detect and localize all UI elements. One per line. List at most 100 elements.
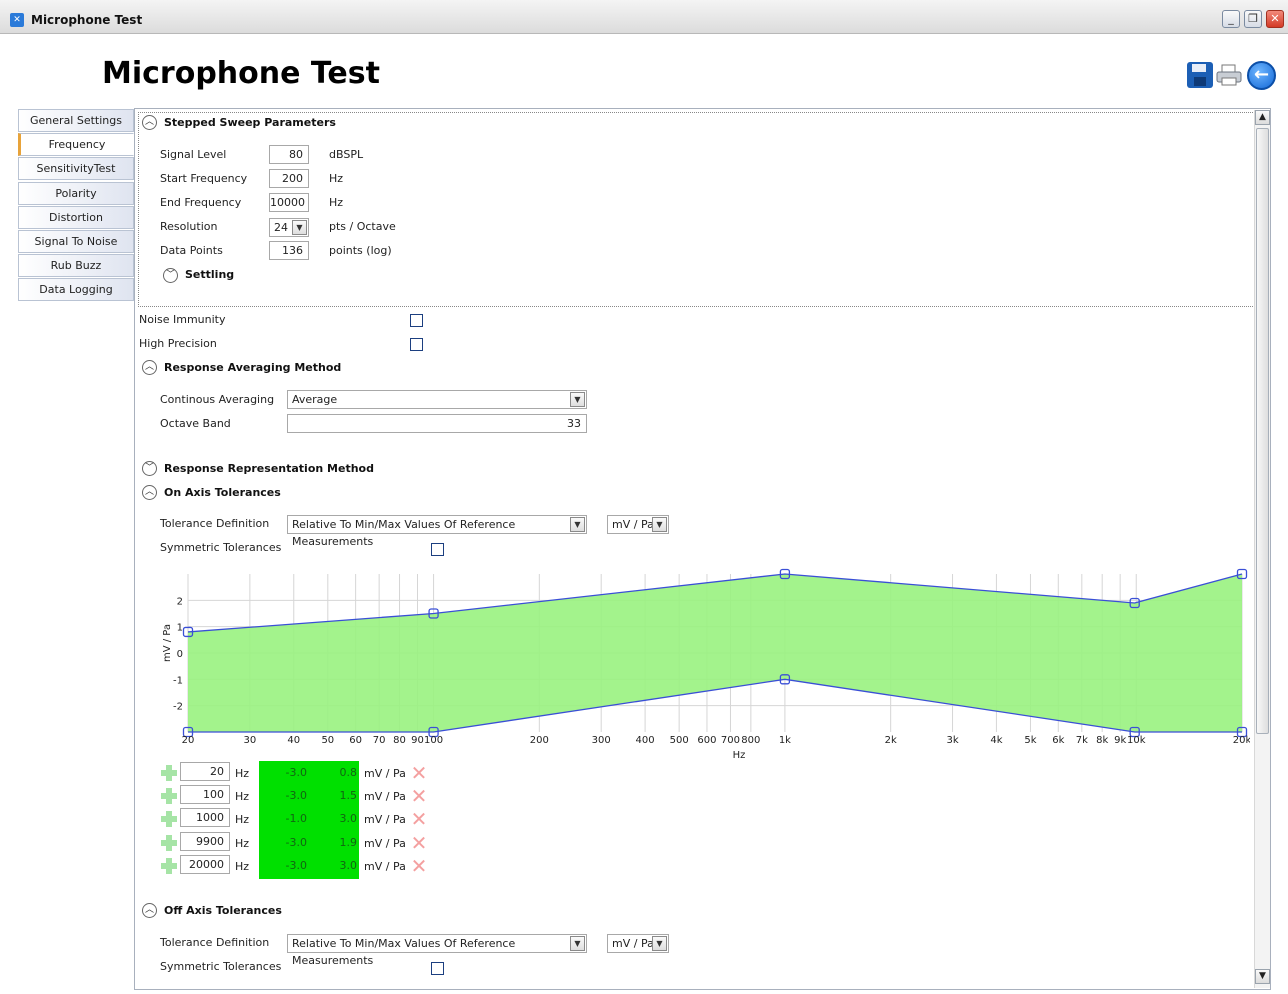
x-tick-label: 9k <box>1114 735 1126 746</box>
chevron-down-icon[interactable]: ▼ <box>570 936 585 951</box>
resolution-select[interactable]: 24 ▼ <box>269 218 309 237</box>
continuous-averaging-value: Average <box>292 393 338 406</box>
frequency-input[interactable]: 20000 <box>180 855 230 874</box>
frequency-input[interactable]: 100 <box>180 785 230 804</box>
upper-tolerance-value[interactable]: 0.8 <box>307 766 358 779</box>
x-tick-label: 7k <box>1076 735 1088 746</box>
back-icon[interactable]: ← <box>1247 61 1276 90</box>
sidebar-item-frequency-response[interactable]: Frequency Response <box>18 133 134 172</box>
x-tick-label: 200 <box>530 735 549 746</box>
x-tick-label: 100 <box>424 735 443 746</box>
off-axis-tolerance-select[interactable]: Relative To Min/Max Values Of Reference … <box>287 934 587 967</box>
settling-header: Settling <box>185 268 235 281</box>
sidebar-item-general-settings[interactable]: General Settings <box>18 109 134 132</box>
chevron-down-icon[interactable]: ▼ <box>570 392 585 407</box>
upper-tolerance-value[interactable]: 1.5 <box>307 789 358 802</box>
delete-row-icon[interactable]: ✕ <box>410 809 428 829</box>
expand-representation-icon[interactable]: ﹀ <box>142 461 157 476</box>
x-tick-label: 6k <box>1052 735 1064 746</box>
frequency-input[interactable]: 9900 <box>180 832 230 851</box>
x-tick-label: 20 <box>182 735 195 746</box>
close-button[interactable]: ✕ <box>1266 10 1284 28</box>
expand-settling-icon[interactable]: ﹀ <box>163 268 178 283</box>
restore-button[interactable]: ❐ <box>1244 10 1262 28</box>
start-frequency-unit: Hz <box>329 172 344 185</box>
delete-row-icon[interactable]: ✕ <box>410 856 428 876</box>
x-tick-label: 60 <box>349 735 362 746</box>
signal-level-input[interactable]: 80 <box>269 145 309 164</box>
add-row-icon[interactable] <box>161 858 177 874</box>
sidebar-item-data-logging[interactable]: Data Logging <box>18 278 134 301</box>
signal-level-label: Signal Level <box>160 148 227 161</box>
upper-tolerance-value[interactable]: 3.0 <box>307 812 358 825</box>
window-title: Microphone Test <box>31 13 143 27</box>
end-frequency-unit: Hz <box>329 196 344 209</box>
lower-tolerance-value[interactable]: -3.0 <box>259 789 307 802</box>
scroll-thumb[interactable] <box>1256 128 1269 734</box>
add-row-icon[interactable] <box>161 788 177 804</box>
sidebar-item-sensitivity-test[interactable]: SensitivityTest <box>18 157 134 180</box>
app-icon: ✕ <box>10 13 24 27</box>
lower-tolerance-value[interactable]: -3.0 <box>259 836 307 849</box>
scroll-up-button[interactable]: ▲ <box>1255 110 1270 125</box>
collapse-averaging-icon[interactable]: ︿ <box>142 360 157 375</box>
save-icon[interactable] <box>1187 62 1213 88</box>
off-axis-symmetric-checkbox[interactable] <box>431 962 444 975</box>
frequency-input[interactable]: 20 <box>180 762 230 781</box>
collapse-on-axis-icon[interactable]: ︿ <box>142 485 157 500</box>
sidebar-item-signal-to-noise-ratio[interactable]: Signal To Noise Ratio <box>18 230 134 269</box>
scroll-down-button[interactable]: ▼ <box>1255 969 1270 984</box>
sidebar-item-distortion[interactable]: Distortion <box>18 206 134 229</box>
frequency-input[interactable]: 1000 <box>180 808 230 827</box>
chevron-down-icon[interactable]: ▼ <box>570 517 585 532</box>
frequency-unit: Hz <box>235 767 250 780</box>
sidebar-item-polarity[interactable]: Polarity <box>18 182 134 205</box>
print-icon[interactable] <box>1216 64 1242 86</box>
chevron-down-icon[interactable]: ▼ <box>652 517 667 532</box>
on-axis-symmetric-checkbox[interactable] <box>431 543 444 556</box>
upper-tolerance-value[interactable]: 3.0 <box>307 859 358 872</box>
on-axis-unit-select[interactable]: mV / Pa ▼ <box>607 515 669 534</box>
data-points-unit: points (log) <box>329 244 392 257</box>
sidebar-item-rub-buzz[interactable]: Rub Buzz <box>18 254 134 277</box>
upper-tolerance-value[interactable]: 1.9 <box>307 836 358 849</box>
tolerance-unit: mV / Pa <box>364 837 406 850</box>
add-row-icon[interactable] <box>161 811 177 827</box>
noise-immunity-checkbox[interactable] <box>410 314 423 327</box>
lower-tolerance-value[interactable]: -1.0 <box>259 812 307 825</box>
continuous-averaging-select[interactable]: Average ▼ <box>287 390 587 409</box>
chevron-down-icon[interactable]: ▼ <box>652 936 667 951</box>
delete-row-icon[interactable]: ✕ <box>410 763 428 783</box>
x-tick-label: 50 <box>321 735 334 746</box>
chevron-down-icon[interactable]: ▼ <box>292 220 307 235</box>
end-frequency-label: End Frequency <box>160 196 242 209</box>
frequency-unit: Hz <box>235 813 250 826</box>
x-tick-label: 8k <box>1096 735 1108 746</box>
delete-row-icon[interactable]: ✕ <box>410 833 428 853</box>
high-precision-checkbox[interactable] <box>410 338 423 351</box>
minimize-button[interactable]: _ <box>1222 10 1240 28</box>
lower-tolerance-value[interactable]: -3.0 <box>259 859 307 872</box>
add-row-icon[interactable] <box>161 765 177 781</box>
y-axis-label: mV / Pa <box>162 624 173 662</box>
x-tick-label: 30 <box>243 735 256 746</box>
collapse-off-axis-icon[interactable]: ︿ <box>142 903 157 918</box>
x-axis-label: Hz <box>733 750 746 761</box>
delete-row-icon[interactable]: ✕ <box>410 786 428 806</box>
signal-level-unit: dBSPL <box>329 148 364 161</box>
off-axis-unit-select[interactable]: mV / Pa ▼ <box>607 934 669 953</box>
averaging-header: Response Averaging Method <box>164 361 342 374</box>
tolerance-unit: mV / Pa <box>364 813 406 826</box>
add-row-icon[interactable] <box>161 835 177 851</box>
start-frequency-input[interactable]: 200 <box>269 169 309 188</box>
start-frequency-label: Start Frequency <box>160 172 248 185</box>
end-frequency-input[interactable]: 10000 <box>269 193 309 212</box>
on-axis-tolerance-select[interactable]: Relative To Min/Max Values Of Reference … <box>287 515 587 548</box>
lower-tolerance-value[interactable]: -3.0 <box>259 766 307 779</box>
x-tick-label: 300 <box>592 735 611 746</box>
collapse-stepped-sweep-icon[interactable]: ︿ <box>142 115 157 130</box>
representation-header: Response Representation Method <box>164 462 374 475</box>
window-titlebar <box>0 0 1288 34</box>
octave-band-input[interactable]: 33 <box>287 414 587 433</box>
tolerance-chart[interactable]: 20 30 40 50 60 70 80 90 100 200 300 400 500 600 700 800… <box>150 566 1250 762</box>
